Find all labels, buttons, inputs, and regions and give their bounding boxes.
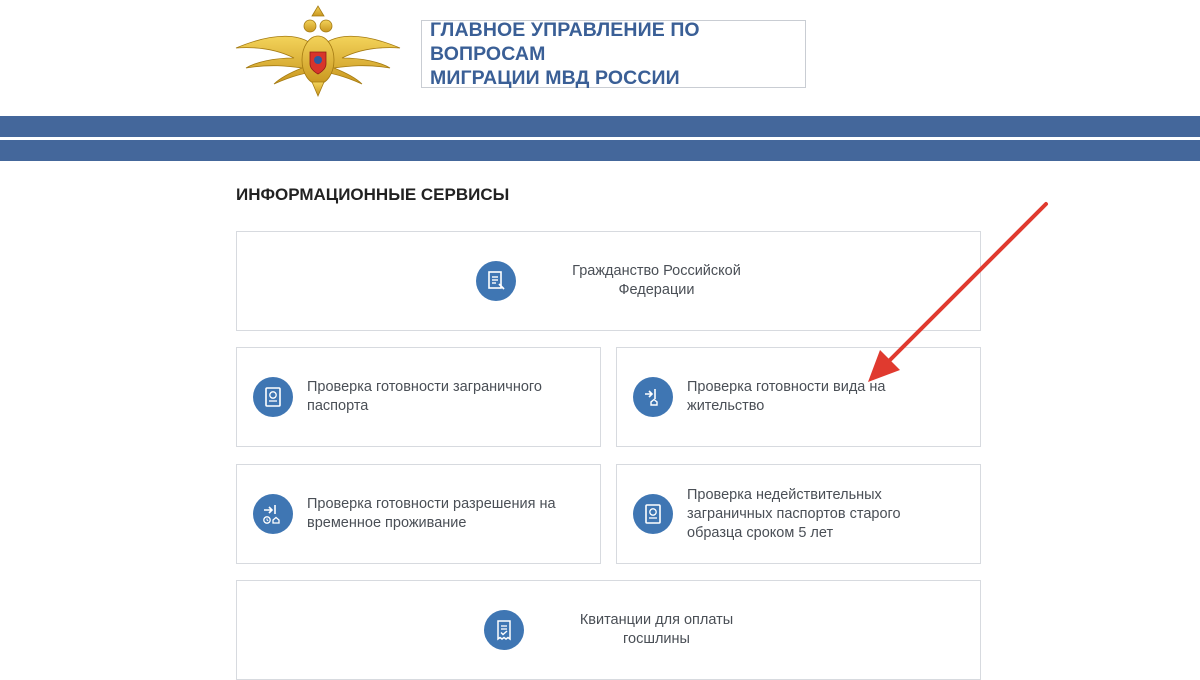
site-header: ГЛАВНОЕ УПРАВЛЕНИЕ ПО ВОПРОСАМ МИГРАЦИИ … <box>0 0 1200 116</box>
service-card-residence-permit[interactable]: Проверка готовности вида на жительство <box>616 347 981 447</box>
passport-icon <box>253 377 293 417</box>
service-label: Гражданство Российской Федерации <box>572 263 741 298</box>
service-card-temporary-residence[interactable]: Проверка готовности разрешения на времен… <box>236 464 601 564</box>
service-card-fee-receipts[interactable]: Квитанции для оплаты госшлины <box>236 580 981 680</box>
service-label: Проверка недействительных заграничных па… <box>687 486 901 541</box>
section-title: ИНФОРМАЦИОННЫЕ СЕРВИСЫ <box>236 185 510 204</box>
service-label: Проверка готовности вида на жительство <box>687 379 886 414</box>
residence-permit-icon <box>633 377 673 417</box>
invalid-passport-icon <box>633 494 673 534</box>
header-band-stripe <box>0 137 1200 140</box>
receipt-icon <box>483 610 524 650</box>
service-label: Квитанции для оплаты госшлины <box>579 612 734 647</box>
mvd-emblem-icon <box>235 5 401 98</box>
service-label: Проверка готовности заграничного паспорт… <box>307 379 542 414</box>
agency-title-box: ГЛАВНОЕ УПРАВЛЕНИЕ ПО ВОПРОСАМ МИГРАЦИИ … <box>421 19 806 89</box>
service-card-passport-readiness[interactable]: Проверка готовности заграничного паспорт… <box>236 347 601 447</box>
temporary-residence-icon <box>253 494 293 534</box>
service-card-citizenship[interactable]: Гражданство Российской Федерации <box>236 231 981 331</box>
service-card-invalid-passports[interactable]: Проверка недействительных заграничных па… <box>616 464 981 564</box>
service-label: Проверка готовности разрешения на времен… <box>307 496 556 531</box>
citizenship-document-icon <box>476 261 517 301</box>
agency-title: ГЛАВНОЕ УПРАВЛЕНИЕ ПО ВОПРОСАМ МИГРАЦИИ … <box>430 19 700 89</box>
